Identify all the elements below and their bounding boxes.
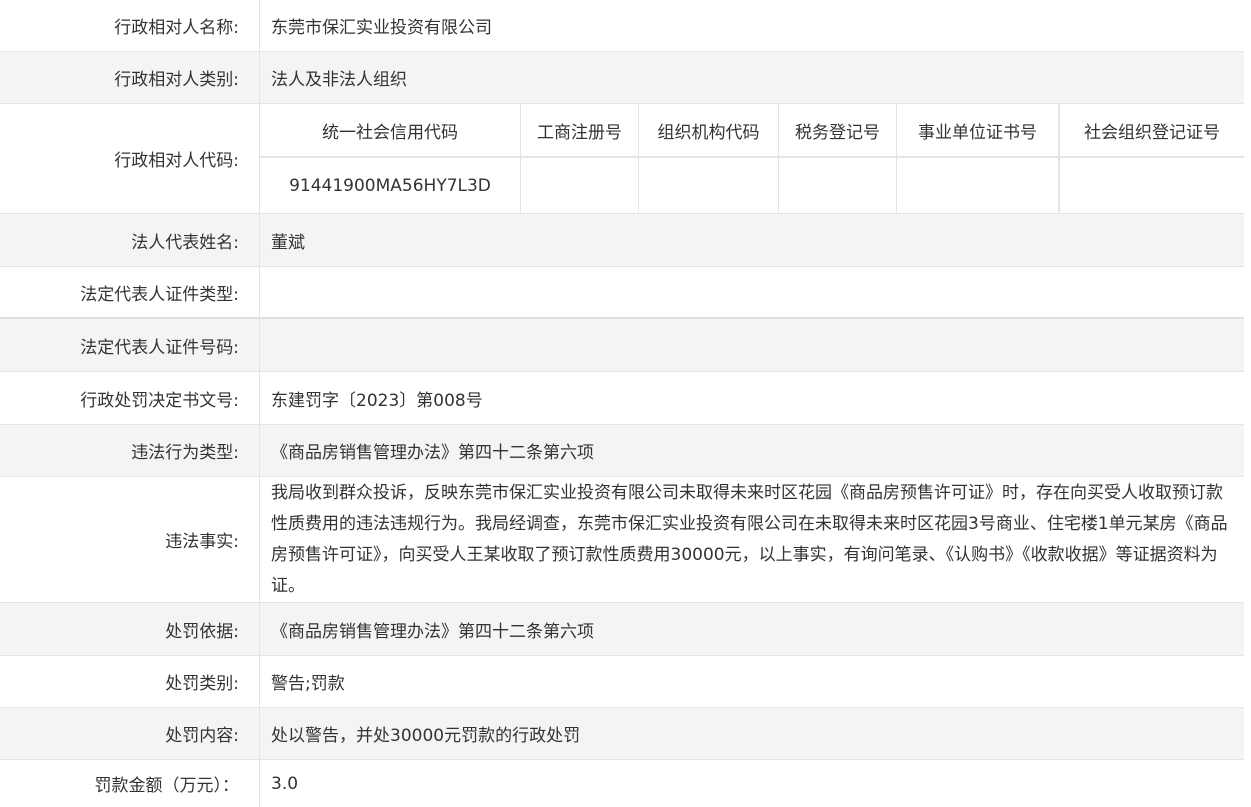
value-id-type: [260, 267, 1244, 317]
code-value-row: 91441900MA56HY7L3D: [260, 158, 1244, 212]
label-code: 行政相对人代码:: [0, 104, 260, 213]
value-name: 东莞市保汇实业投资有限公司: [271, 18, 492, 38]
value-basis: 《商品房销售管理办法》第四十二条第六项: [271, 621, 594, 642]
code-header-org-code: 组织机构代码: [639, 104, 779, 156]
row-basis: 处罚依据: 《商品房销售管理办法》第四十二条第六项: [0, 603, 1244, 656]
row-penalty-type: 处罚类别: 警告;罚款: [0, 656, 1244, 708]
value-penalty-content: 处以警告，并处30000元罚款的行政处罚: [271, 726, 581, 746]
row-decision-no: 行政处罚决定书文号: 东建罚字〔2023〕第008号: [0, 372, 1244, 425]
label-facts: 违法事实:: [0, 477, 260, 602]
value-violation-type: 《商品房销售管理办法》第四十二条第六项: [271, 443, 594, 463]
code-value-institution-cert: [897, 158, 1060, 212]
code-value-org-code: [639, 158, 779, 212]
value-category: 法人及非法人组织: [271, 70, 407, 90]
code-value-tax-reg: [779, 158, 897, 212]
code-value-credit: 91441900MA56HY7L3D: [260, 158, 521, 212]
label-name: 行政相对人名称:: [0, 0, 260, 51]
row-code: 行政相对人代码: 统一社会信用代码 工商注册号 组织机构代码 税务登记号 事业单…: [0, 104, 1244, 214]
row-category: 行政相对人类别: 法人及非法人组织: [0, 52, 1244, 104]
label-penalty-type: 处罚类别:: [0, 656, 260, 707]
label-penalty-content: 处罚内容:: [0, 708, 260, 759]
row-penalty-content: 处罚内容: 处以警告，并处30000元罚款的行政处罚: [0, 708, 1244, 760]
row-name: 行政相对人名称: 东莞市保汇实业投资有限公司: [0, 0, 1244, 52]
code-subtable: 统一社会信用代码 工商注册号 组织机构代码 税务登记号 事业单位证书号 社会组织…: [260, 104, 1244, 213]
value-penalty-type: 警告;罚款: [271, 674, 345, 694]
row-id-type: 法定代表人证件类型:: [0, 267, 1244, 319]
row-violation-type: 违法行为类型: 《商品房销售管理办法》第四十二条第六项: [0, 425, 1244, 477]
code-value-business-reg: [521, 158, 639, 212]
value-id-number: [260, 319, 1244, 371]
label-id-type: 法定代表人证件类型:: [0, 267, 260, 317]
label-id-number: 法定代表人证件号码:: [0, 319, 260, 371]
label-violation-type: 违法行为类型:: [0, 425, 260, 476]
code-header-credit: 统一社会信用代码: [260, 104, 521, 156]
label-basis: 处罚依据:: [0, 603, 260, 655]
value-facts: 我局收到群众投诉，反映东莞市保汇实业投资有限公司未取得未来时区花园《商品房预售许…: [271, 482, 1228, 596]
label-decision-no: 行政处罚决定书文号:: [0, 372, 260, 424]
row-facts: 违法事实: 我局收到群众投诉，反映东莞市保汇实业投资有限公司未取得未来时区花园《…: [0, 477, 1244, 603]
code-header-social-org: 社会组织登记证号: [1084, 122, 1220, 143]
value-decision-no: 东建罚字〔2023〕第008号: [271, 390, 483, 411]
code-header-tax-reg: 税务登记号: [779, 104, 897, 156]
row-fine-amount: 罚款金额（万元）： 3.0: [0, 760, 1244, 807]
code-value-social-org: [1060, 158, 1244, 212]
label-legal-rep: 法人代表姓名:: [0, 214, 260, 266]
row-id-number: 法定代表人证件号码:: [0, 319, 1244, 372]
row-legal-rep: 法人代表姓名: 董斌: [0, 214, 1244, 267]
code-header-row: 统一社会信用代码 工商注册号 组织机构代码 税务登记号 事业单位证书号 社会组织…: [260, 104, 1244, 158]
label-category: 行政相对人类别:: [0, 52, 260, 103]
value-legal-rep: 董斌: [271, 232, 305, 253]
value-fine-amount: 3.0: [271, 773, 299, 794]
label-fine-amount: 罚款金额（万元）：: [0, 760, 260, 807]
code-header-business-reg: 工商注册号: [521, 104, 639, 156]
code-header-institution-cert: 事业单位证书号: [897, 104, 1060, 156]
penalty-record-table: 行政相对人名称: 东莞市保汇实业投资有限公司 行政相对人类别: 法人及非法人组织…: [0, 0, 1251, 807]
